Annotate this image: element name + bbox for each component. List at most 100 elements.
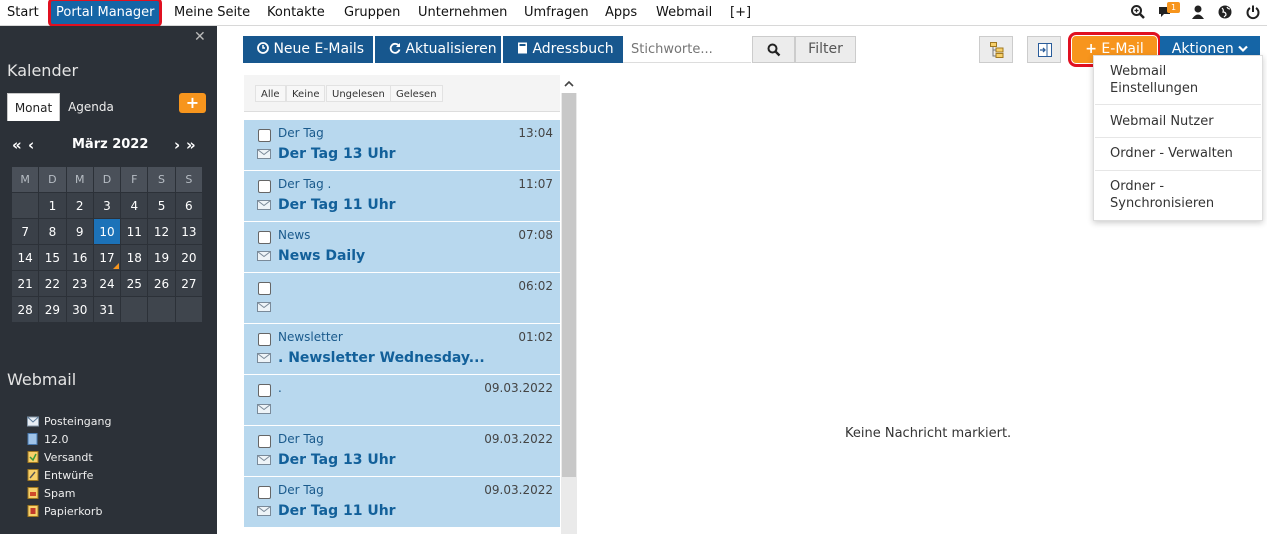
chevron-right-icon[interactable]: ›: [174, 136, 180, 154]
calendar-day[interactable]: 6: [174, 192, 204, 219]
calendar-day[interactable]: 29: [38, 296, 67, 323]
calendar-day[interactable]: 24: [92, 270, 122, 297]
mail-checkbox[interactable]: [258, 180, 271, 193]
calendar-day[interactable]: 4: [120, 192, 149, 219]
mail-row[interactable]: Newsletter 01:02 . Newsletter Wednesday..…: [244, 324, 560, 375]
double-chevron-right-icon[interactable]: »: [186, 136, 196, 154]
sent-folder-icon: [27, 451, 39, 463]
calendar-day[interactable]: 7: [10, 218, 40, 245]
globe-icon[interactable]: [1217, 4, 1233, 20]
mail-row[interactable]: News 07:08 News Daily: [244, 222, 560, 273]
mail-row[interactable]: Der Tag 09.03.2022 Der Tag 11 Uhr: [244, 477, 560, 528]
calendar-day[interactable]: 20: [174, 244, 204, 271]
scrollbar-thumb[interactable]: [562, 93, 576, 477]
folder-item[interactable]: Posteingang: [27, 414, 112, 430]
clock-icon: [257, 41, 273, 57]
nav-webmail[interactable]: Webmail: [656, 0, 712, 25]
user-icon[interactable]: [1190, 4, 1206, 20]
calendar-day[interactable]: 13: [174, 218, 204, 245]
mail-checkbox[interactable]: [258, 282, 271, 295]
mail-row[interactable]: . 09.03.2022: [244, 375, 560, 426]
calendar-day[interactable]: 14: [10, 244, 40, 271]
address-book-button[interactable]: Adressbuch: [503, 36, 623, 63]
mail-checkbox[interactable]: [258, 129, 271, 142]
double-chevron-left-icon[interactable]: «: [12, 136, 22, 154]
folder-item[interactable]: 12.0: [27, 432, 69, 448]
inbox-icon: [27, 415, 39, 427]
nav-kontakte[interactable]: Kontakte: [267, 0, 325, 25]
chevron-left-icon[interactable]: ‹: [28, 136, 34, 154]
mail-checkbox[interactable]: [258, 486, 271, 499]
menu-item-ordner-synchronisieren[interactable]: Ordner - Synchronisieren: [1110, 178, 1214, 212]
mail-checkbox[interactable]: [258, 435, 271, 448]
calendar-day[interactable]: 5: [147, 192, 176, 219]
calendar-day[interactable]: 30: [65, 296, 94, 323]
folder-item[interactable]: Versandt: [27, 450, 93, 466]
tab-agenda[interactable]: Agenda: [62, 93, 120, 121]
scroll-up-button[interactable]: [561, 75, 577, 93]
nav-unternehmen[interactable]: Unternehmen: [418, 0, 507, 25]
nav-meine-seite[interactable]: Meine Seite: [174, 0, 250, 25]
mail-list-scrollbar[interactable]: [561, 93, 577, 534]
calendar-day[interactable]: 15: [38, 244, 67, 271]
close-sidebar-icon[interactable]: ✕: [194, 29, 206, 45]
calendar-day[interactable]: 16: [65, 244, 94, 271]
mail-row[interactable]: Der Tag . 11:07 Der Tag 11 Uhr: [244, 171, 560, 222]
calendar-day[interactable]: 10: [92, 218, 122, 245]
nav-umfragen[interactable]: Umfragen: [524, 0, 589, 25]
search-zoom-icon[interactable]: [1130, 4, 1146, 20]
menu-item-label: Webmail: [1110, 64, 1167, 79]
new-mails-button[interactable]: Neue E-Mails: [243, 36, 373, 63]
menu-item-webmail-einstellungen[interactable]: Webmail Einstellungen: [1110, 63, 1198, 97]
calendar-day[interactable]: 25: [120, 270, 149, 297]
nav-apps[interactable]: Apps: [605, 0, 637, 25]
calendar-day[interactable]: 2: [65, 192, 94, 219]
calendar-day[interactable]: 1: [38, 192, 67, 219]
calendar-day[interactable]: 27: [174, 270, 204, 297]
search-button[interactable]: [752, 36, 795, 63]
nav-add[interactable]: [+]: [730, 0, 751, 25]
calendar-day[interactable]: 22: [38, 270, 67, 297]
calendar-day[interactable]: 19: [147, 244, 176, 271]
calendar-day[interactable]: 31: [92, 296, 122, 323]
folder-item[interactable]: Spam: [27, 486, 75, 502]
calendar-day[interactable]: 21: [10, 270, 40, 297]
mail-row[interactable]: Der Tag 13:04 Der Tag 13 Uhr: [244, 120, 560, 171]
add-event-button[interactable]: +: [179, 93, 206, 113]
mail-checkbox[interactable]: [258, 333, 271, 346]
filter-gelesen-button[interactable]: Gelesen: [390, 85, 443, 102]
calendar-day[interactable]: 28: [10, 296, 40, 323]
split-view-button[interactable]: [1027, 36, 1061, 63]
nav-gruppen[interactable]: Gruppen: [344, 0, 400, 25]
filter-ungelesen-button[interactable]: Ungelesen: [326, 85, 391, 102]
calendar-day[interactable]: 18: [120, 244, 149, 271]
calendar-day[interactable]: 8: [38, 218, 67, 245]
calendar-day[interactable]: 3: [92, 192, 122, 219]
mail-row[interactable]: 06:02: [244, 273, 560, 324]
power-icon[interactable]: [1245, 4, 1261, 20]
calendar-day[interactable]: 23: [65, 270, 94, 297]
filter-button[interactable]: Filter: [795, 36, 856, 63]
menu-item-webmail-nutzer[interactable]: Webmail Nutzer: [1110, 113, 1214, 130]
nav-start[interactable]: Start: [7, 0, 39, 25]
calendar-day[interactable]: 9: [65, 218, 94, 245]
folder-item[interactable]: Papierkorb: [27, 504, 102, 520]
filter-alle-button[interactable]: Alle: [255, 85, 286, 102]
calendar-day[interactable]: 17: [92, 244, 122, 271]
calendar-day[interactable]: 11: [120, 218, 149, 245]
mail-checkbox[interactable]: [258, 231, 271, 244]
mail-time: 06:02: [518, 279, 553, 293]
menu-item-ordner-verwalten[interactable]: Ordner - Verwalten: [1110, 145, 1233, 162]
calendar-day[interactable]: 12: [147, 218, 176, 245]
search-input[interactable]: [623, 36, 751, 63]
mail-checkbox[interactable]: [258, 384, 271, 397]
nav-portal-manager[interactable]: Portal Manager: [47, 0, 163, 27]
tree-view-button[interactable]: [979, 36, 1013, 63]
envelope-icon: [257, 352, 271, 363]
calendar-day[interactable]: 26: [147, 270, 176, 297]
filter-keine-button[interactable]: Keine: [286, 85, 326, 102]
tab-monat[interactable]: Monat: [7, 93, 60, 121]
folder-item[interactable]: Entwürfe: [27, 468, 93, 484]
refresh-button[interactable]: Aktualisieren: [375, 36, 501, 63]
mail-row[interactable]: Der Tag 09.03.2022 Der Tag 13 Uhr: [244, 426, 560, 477]
